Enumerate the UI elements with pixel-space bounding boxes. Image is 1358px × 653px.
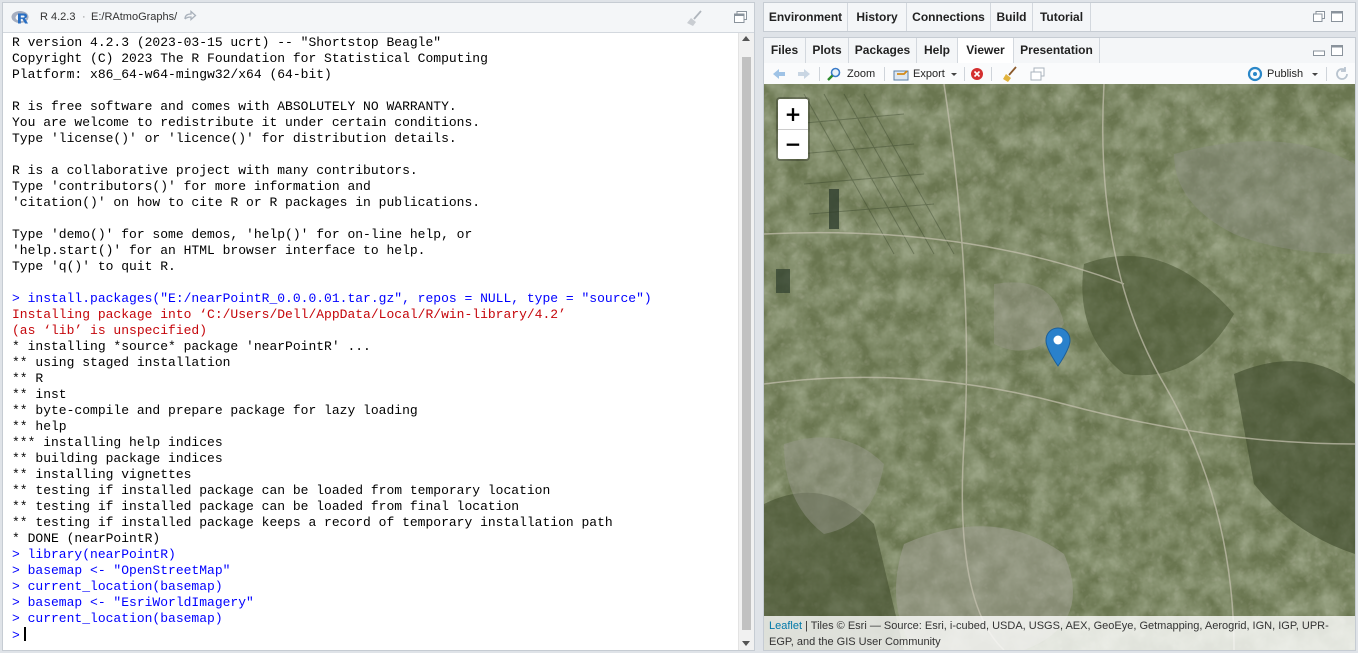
console-line: > basemap <- "EsriWorldImagery" [12, 595, 254, 610]
tab-packages[interactable]: Packages [849, 38, 917, 63]
console-line: ** building package indices [12, 451, 223, 466]
header-separator: · [82, 11, 86, 23]
console-scrollbar[interactable] [738, 33, 754, 650]
maximize-pane-icon[interactable] [734, 11, 747, 23]
console-line: ** testing if installed package can be l… [12, 499, 520, 514]
toolbar-separator [964, 67, 965, 81]
location-marker-icon[interactable] [1045, 327, 1071, 367]
viewer-toolbar: Zoom Export Publish [764, 63, 1355, 85]
zoom-control: + − [776, 97, 810, 161]
publish-button[interactable]: Publish [1267, 66, 1303, 82]
console-line: Platform: x86_64-w64-mingw32/x64 (64-bit… [12, 67, 332, 82]
export-button[interactable]: Export [913, 66, 945, 82]
console-line: ** help [12, 419, 67, 434]
console-line: > current_location(basemap) [12, 611, 223, 626]
console-header: R 4.2.3 · E:/RAtmoGraphs/ [3, 3, 754, 33]
publish-dropdown-icon[interactable] [1311, 66, 1319, 82]
console-line: ** installing vignettes [12, 467, 192, 482]
text-cursor [23, 627, 26, 641]
console-line: ** inst [12, 387, 67, 402]
scroll-down-arrow-icon[interactable] [742, 641, 750, 646]
zoom-in-button[interactable]: + [778, 99, 808, 130]
scroll-thumb[interactable] [742, 57, 751, 630]
console-line: Installing package into ‘C:/Users/Dell/A… [12, 307, 566, 322]
minimize-pane-icon[interactable] [1313, 11, 1325, 22]
tab-presentation[interactable]: Presentation [1014, 38, 1100, 63]
console-line: ** testing if installed package can be l… [12, 483, 551, 498]
satellite-imagery [764, 84, 1355, 650]
console-line: 'help.start()' for an HTML browser inter… [12, 243, 426, 258]
map-attribution: Leaflet | Tiles © Esri — Source: Esri, i… [764, 616, 1355, 650]
environment-pane: Environment History Connections Build Tu… [763, 2, 1356, 32]
r-logo-icon [11, 11, 29, 24]
console-line: R version 4.2.3 (2023-03-15 ucrt) -- "Sh… [12, 35, 442, 50]
console-line: 'citation()' on how to cite R or R packa… [12, 195, 481, 210]
tab-environment[interactable]: Environment [764, 3, 848, 31]
console-line: ** R [12, 371, 44, 386]
console-line: > install.packages("E:/nearPointR_0.0.0.… [12, 291, 652, 306]
export-dropdown-icon[interactable] [950, 66, 958, 82]
zoom-button[interactable]: Zoom [847, 66, 875, 82]
console-line: * DONE (nearPointR) [12, 531, 161, 546]
zoom-icon[interactable] [826, 66, 842, 82]
tiles-attribution-text: | Tiles © Esri — Source: Esri, i-cubed, … [769, 620, 1329, 648]
remove-viewer-icon[interactable] [970, 66, 984, 82]
console-line: ** testing if installed package keeps a … [12, 515, 613, 530]
publish-icon[interactable] [1246, 66, 1264, 82]
tab-viewer[interactable]: Viewer [958, 38, 1014, 64]
tab-history[interactable]: History [848, 3, 907, 31]
console-line: Type 'license()' or 'licence()' for dist… [12, 131, 457, 146]
console-line: Type 'contributors()' for more informati… [12, 179, 371, 194]
back-arrow-icon[interactable] [771, 66, 787, 82]
console-line: > library(nearPointR) [12, 547, 176, 562]
console-line: (as ‘lib’ is unspecified) [12, 323, 208, 338]
tab-build[interactable]: Build [991, 3, 1033, 31]
go-to-directory-icon[interactable] [183, 9, 197, 23]
console-prompt[interactable]: > [12, 627, 26, 644]
tab-plots[interactable]: Plots [806, 38, 849, 63]
tab-help[interactable]: Help [917, 38, 958, 63]
tab-tutorial[interactable]: Tutorial [1033, 3, 1091, 31]
prompt-symbol: > [12, 628, 20, 643]
working-directory-label: E:/RAtmoGraphs/ [91, 11, 178, 23]
maximize-env-pane-icon[interactable] [1331, 11, 1343, 22]
forward-arrow-icon[interactable] [796, 66, 812, 82]
console-line: > basemap <- "OpenStreetMap" [12, 563, 231, 578]
viewer-tabs: Files Plots Packages Help Viewer Present… [764, 38, 1355, 64]
console-line: Copyright (C) 2023 The R Foundation for … [12, 51, 488, 66]
console-line: Type 'demo()' for some demos, 'help()' f… [12, 227, 473, 242]
refresh-icon[interactable] [1334, 66, 1350, 82]
console-line: * installing *source* package 'nearPoint… [12, 339, 371, 354]
toolbar-separator [991, 67, 992, 81]
console-line: Type 'q()' to quit R. [12, 259, 176, 274]
clear-console-icon[interactable] [686, 9, 704, 27]
leaflet-map[interactable]: + − Leaflet | Tiles © Esri — Source: Esr… [764, 84, 1355, 650]
export-icon[interactable] [893, 66, 911, 82]
toolbar-separator [1326, 67, 1327, 81]
console-line: > current_location(basemap) [12, 579, 223, 594]
tab-connections[interactable]: Connections [907, 3, 991, 31]
scroll-up-arrow-icon[interactable] [742, 36, 750, 41]
r-version-label: R 4.2.3 [40, 11, 76, 23]
show-in-new-window-icon[interactable] [1030, 66, 1046, 82]
console-pane: R 4.2.3 · E:/RAtmoGraphs/ R version 4.2.… [2, 2, 755, 651]
tab-files[interactable]: Files [764, 38, 806, 63]
console-line: ** byte-compile and prepare package for … [12, 403, 418, 418]
clear-all-viewer-icon[interactable] [1002, 66, 1018, 82]
console-line: R is a collaborative project with many c… [12, 163, 418, 178]
toolbar-separator [884, 67, 885, 81]
console-line: R is free software and comes with ABSOLU… [12, 99, 457, 114]
console-line: ** using staged installation [12, 355, 231, 370]
toolbar-separator [819, 67, 820, 81]
zoom-out-button[interactable]: − [778, 129, 808, 159]
viewer-pane: Files Plots Packages Help Viewer Present… [763, 37, 1356, 651]
console-line: You are welcome to redistribute it under… [12, 115, 481, 130]
leaflet-attribution-link[interactable]: Leaflet [769, 620, 802, 632]
console-line: *** installing help indices [12, 435, 223, 450]
maximize-viewer-pane-icon[interactable] [1331, 45, 1343, 56]
minimize-viewer-pane-icon[interactable] [1313, 45, 1325, 56]
console-output[interactable]: R version 4.2.3 (2023-03-15 ucrt) -- "Sh… [3, 33, 738, 650]
